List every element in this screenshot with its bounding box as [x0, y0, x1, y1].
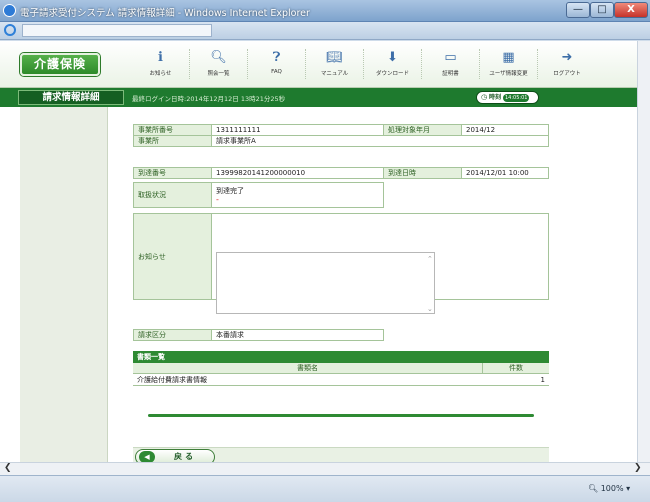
footer-bar: ◀ 戻る: [133, 447, 549, 462]
scroll-right-icon[interactable]: ❯: [634, 463, 642, 473]
nav-user-settings-label: ユーザ情報変更: [489, 71, 528, 77]
user-settings-icon: ▦: [502, 50, 515, 65]
detail-content: 事業所番号 1311111111 処理対象年月 2014/12 事業所 請求事業…: [108, 107, 637, 462]
back-button-label: 戻る: [174, 452, 196, 461]
certificate-icon: ▭: [444, 50, 457, 65]
clock-badge: ◷ 時刻 14:05:01: [476, 91, 539, 104]
nav-certificate[interactable]: ▭ 証明書: [422, 49, 480, 79]
document-name: 介護給付費請求書情報: [137, 376, 207, 384]
period-label: 処理対象年月: [383, 124, 462, 136]
column-count: 件数: [509, 364, 523, 372]
window-title: 電子請求受付システム 請求情報詳細 - Windows Internet Exp…: [20, 8, 310, 19]
nav-user-settings[interactable]: ▦ ユーザ情報変更: [480, 49, 538, 79]
nav-download[interactable]: ⬇ ダウンロード: [364, 49, 422, 79]
logout-icon: ➜: [561, 50, 573, 65]
notice-label: お知らせ: [133, 213, 212, 300]
status-label: 取扱状況: [133, 182, 212, 208]
download-icon: ⬇: [387, 50, 398, 65]
address-bar: [0, 22, 650, 40]
document-list-heading: 書類一覧: [133, 351, 549, 363]
office-no-label: 事業所番号: [133, 124, 212, 136]
clock-icon: ◷: [481, 93, 488, 101]
arrival-no-label: 到達番号: [133, 167, 212, 179]
zoom-level[interactable]: 🔍︎ 100% ▾: [588, 484, 630, 493]
arrival-date-label: 到達日時: [383, 167, 462, 179]
arrival-date-value: 2014/12/01 10:00: [461, 167, 549, 179]
horizontal-scrollbar[interactable]: ❮ ❯: [0, 462, 650, 475]
status-table: 取扱状況 到達完了 -: [133, 182, 384, 208]
section-divider: [148, 414, 534, 417]
info-icon: ℹ: [158, 50, 163, 65]
notice-scroll-down-icon[interactable]: ⌄: [427, 305, 433, 313]
notice-textarea[interactable]: [216, 252, 435, 314]
screen-title-bar: 請求情報詳細 最終ログイン日時:2014年12月12日 13時21分25秒 ◷ …: [0, 88, 637, 107]
category-value: 本番請求: [211, 329, 384, 341]
browser-window: 電子請求受付システム 請求情報詳細 - Windows Internet Exp…: [0, 0, 650, 502]
last-login-text: 最終ログイン日時:2014年12月12日 13時21分25秒: [132, 95, 286, 103]
back-button[interactable]: ◀ 戻る: [135, 449, 215, 462]
status-note: -: [216, 195, 219, 204]
period-value: 2014/12: [461, 124, 549, 136]
left-sidebar: [20, 107, 108, 462]
nav-certificate-label: 証明書: [442, 71, 459, 77]
column-document-name: 書類名: [133, 363, 483, 374]
nav-logout[interactable]: ➜ ログアウト: [538, 49, 596, 79]
close-button[interactable]: X: [614, 2, 648, 18]
browser-statusbar: 🔍︎ 100% ▾: [0, 475, 650, 502]
app-header: 介護保険 ℹ お知らせ 🔍︎ 照会一覧 ❓︎ FAQ 📖︎ マニュアル ⬇ ダウ…: [0, 41, 637, 88]
window-titlebar: 電子請求受付システム 請求情報詳細 - Windows Internet Exp…: [0, 0, 650, 22]
zoom-dropdown-icon: ▾: [626, 484, 631, 493]
office-table: 事業所番号 1311111111 処理対象年月 2014/12 事業所 請求事業…: [133, 124, 549, 147]
nav-notice-label: お知らせ: [149, 71, 172, 77]
status-value: 到達完了: [216, 187, 244, 195]
address-field[interactable]: [22, 24, 212, 37]
nav-inquiry-list[interactable]: 🔍︎ 照会一覧: [190, 49, 248, 79]
scroll-left-icon[interactable]: ❮: [4, 463, 12, 473]
nav-manual-label: マニュアル: [320, 71, 349, 77]
arrival-table: 到達番号 13999820141200000010 到達日時 2014/12/0…: [133, 167, 549, 179]
document-list-header: 書類名 件数: [133, 363, 549, 374]
nav-logout-label: ログアウト: [553, 71, 581, 77]
manual-icon: 📖︎: [326, 50, 343, 65]
ie-page-icon: [4, 24, 16, 36]
ie-logo-icon: [3, 4, 16, 17]
office-label: 事業所: [133, 135, 212, 147]
category-table: 請求区分 本番請求: [133, 329, 384, 341]
document-count: 1: [540, 376, 545, 384]
nav-manual[interactable]: 📖︎ マニュアル: [306, 49, 364, 79]
vertical-scrollbar[interactable]: [637, 41, 650, 462]
page-viewport: 介護保険 ℹ お知らせ 🔍︎ 照会一覧 ❓︎ FAQ 📖︎ マニュアル ⬇ ダウ…: [0, 41, 637, 462]
nav-faq-label: FAQ: [271, 69, 282, 75]
nav-download-label: ダウンロード: [375, 71, 409, 77]
table-row: 介護給付費請求書情報 1: [133, 374, 549, 386]
office-value: 請求事業所A: [211, 135, 549, 147]
faq-icon: ❓︎: [272, 50, 281, 65]
notice-scroll-up-icon[interactable]: ⌃: [427, 255, 433, 263]
search-icon: 🔍︎: [210, 50, 227, 65]
nav-faq[interactable]: ❓︎ FAQ: [248, 49, 306, 79]
office-no-value: 1311111111: [211, 124, 384, 136]
page-title: 請求情報詳細: [18, 90, 124, 105]
back-arrow-icon: ◀: [139, 451, 155, 462]
nav-notice[interactable]: ℹ お知らせ: [132, 49, 190, 79]
arrival-no-value: 13999820141200000010: [211, 167, 384, 179]
status-cell: 到達完了 -: [211, 182, 384, 208]
clock-label: 時刻: [489, 94, 502, 101]
nav-inquiry-label: 照会一覧: [207, 71, 230, 77]
minimize-button[interactable]: —: [566, 2, 590, 18]
zoom-icon: 🔍︎: [588, 484, 599, 493]
app-logo[interactable]: 介護保険: [20, 53, 100, 76]
zoom-value: 100%: [600, 484, 624, 493]
clock-time: 14:05:01: [502, 94, 530, 102]
maximize-button[interactable]: □: [590, 2, 614, 18]
category-label: 請求区分: [133, 329, 212, 341]
